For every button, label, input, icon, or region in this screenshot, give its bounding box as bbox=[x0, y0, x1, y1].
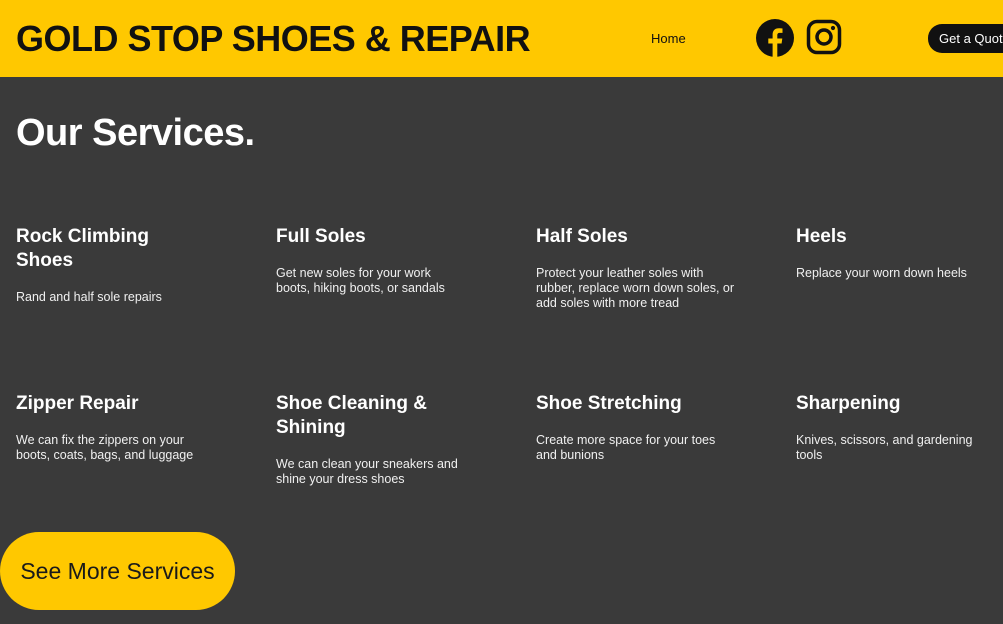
service-title: Shoe Cleaning & Shining bbox=[276, 393, 427, 438]
facebook-icon[interactable] bbox=[755, 18, 795, 58]
service-card-rock-climbing: Rock Climbing Shoes Rand and half sole r… bbox=[16, 225, 226, 305]
service-description: Protect your leather soles with rubber, … bbox=[536, 266, 735, 310]
see-more-services-button[interactable]: See More Services bbox=[0, 532, 235, 610]
service-title: Zipper Repair bbox=[16, 393, 139, 414]
service-title: Full Soles bbox=[276, 226, 366, 247]
get-quote-button[interactable]: Get a Quote bbox=[928, 24, 1003, 53]
site-brand[interactable]: GOLD STOP SHOES & REPAIR bbox=[16, 18, 531, 60]
service-card-shoe-cleaning: Shoe Cleaning & Shining We can clean you… bbox=[276, 392, 486, 487]
service-title: Half Soles bbox=[536, 226, 628, 247]
nav-home-link[interactable]: Home bbox=[651, 31, 686, 46]
service-card-heels: Heels Replace your worn down heels bbox=[796, 225, 1003, 281]
instagram-icon[interactable] bbox=[806, 19, 842, 55]
service-card-full-soles: Full Soles Get new soles for your work b… bbox=[276, 225, 486, 296]
service-card-zipper-repair: Zipper Repair We can fix the zippers on … bbox=[16, 392, 226, 463]
service-description: Get new soles for your work boots, hikin… bbox=[276, 266, 445, 295]
service-title: Rock Climbing Shoes bbox=[16, 226, 150, 271]
service-card-half-soles: Half Soles Protect your leather soles wi… bbox=[536, 225, 746, 311]
service-description: Rand and half sole repairs bbox=[16, 290, 162, 304]
service-title: Heels bbox=[796, 226, 847, 247]
service-card-shoe-stretching: Shoe Stretching Create more space for yo… bbox=[536, 392, 746, 463]
service-title: Sharpening bbox=[796, 393, 901, 414]
service-title: Shoe Stretching bbox=[536, 393, 682, 414]
service-card-sharpening: Sharpening Knives, scissors, and gardeni… bbox=[796, 392, 1003, 463]
service-description: Replace your worn down heels bbox=[796, 266, 967, 280]
service-description: We can fix the zippers on your boots, co… bbox=[16, 433, 194, 462]
site-header: GOLD STOP SHOES & REPAIR Home Get a Quot… bbox=[0, 0, 1003, 77]
service-description: Knives, scissors, and gardening tools bbox=[796, 433, 973, 462]
service-description: Create more space for your toes and buni… bbox=[536, 433, 716, 462]
page-title: Our Services. bbox=[16, 112, 255, 154]
service-description: We can clean your sneakers and shine you… bbox=[276, 457, 458, 486]
